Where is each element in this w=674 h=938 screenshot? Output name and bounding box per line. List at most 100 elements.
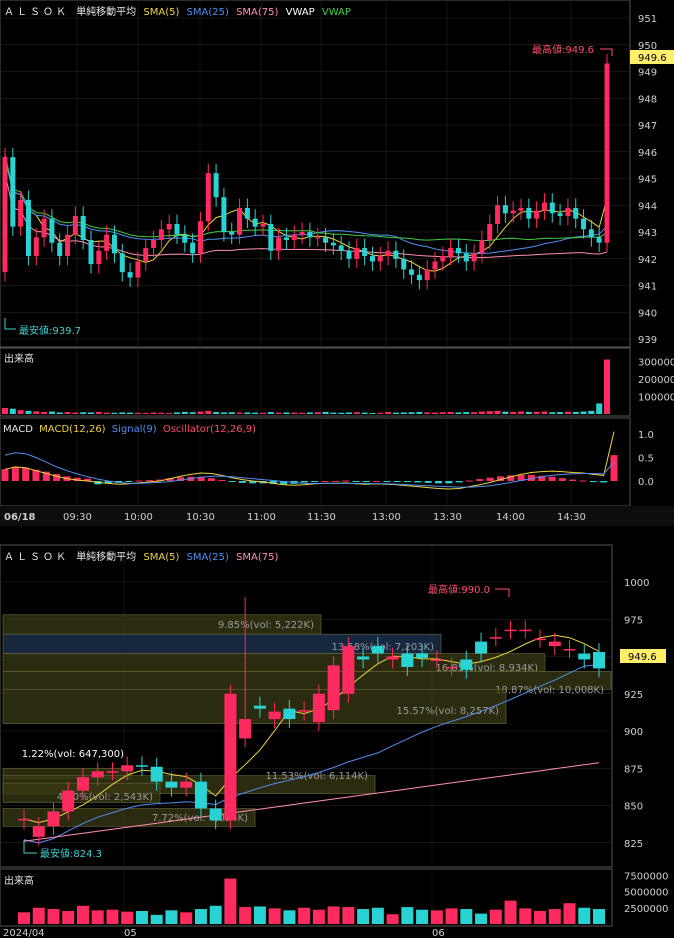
- intraday-candle[interactable]: [221, 197, 227, 232]
- intraday-volume-bar[interactable]: [95, 411, 102, 414]
- intraday-candle[interactable]: [205, 173, 211, 222]
- daily-volume-bar[interactable]: [283, 910, 296, 924]
- daily-candle[interactable]: [165, 781, 178, 788]
- intraday-candle[interactable]: [80, 215, 86, 241]
- daily-volume-bar[interactable]: [475, 913, 488, 924]
- intraday-volume-bar[interactable]: [557, 412, 564, 414]
- intraday-volume-bar[interactable]: [338, 412, 345, 414]
- daily-candle[interactable]: [534, 638, 547, 641]
- intraday-volume-bar[interactable]: [361, 412, 368, 414]
- daily-candle[interactable]: [504, 629, 517, 632]
- intraday-volume-bar[interactable]: [392, 412, 399, 414]
- intraday-volume-bar[interactable]: [377, 412, 384, 414]
- daily-candle[interactable]: [47, 811, 60, 827]
- intraday-volume-bar[interactable]: [564, 411, 571, 414]
- intraday-candle[interactable]: [330, 242, 336, 246]
- intraday-volume-bar[interactable]: [283, 412, 290, 414]
- daily-candle[interactable]: [327, 665, 340, 711]
- intraday-candle[interactable]: [119, 253, 125, 273]
- intraday-candle[interactable]: [377, 256, 383, 262]
- intraday-volume-bar[interactable]: [205, 410, 212, 414]
- intraday-volume-bar[interactable]: [408, 412, 415, 414]
- intraday-candle[interactable]: [237, 207, 243, 235]
- intraday-candle[interactable]: [252, 218, 258, 227]
- intraday-legend-sma25[interactable]: SMA(25): [187, 7, 229, 18]
- intraday-legend-sma75[interactable]: SMA(75): [236, 7, 278, 18]
- intraday-candle[interactable]: [151, 240, 157, 249]
- intraday-candle[interactable]: [299, 232, 305, 235]
- intraday-volume-bar[interactable]: [330, 412, 337, 414]
- intraday-volume-bar[interactable]: [455, 412, 462, 414]
- intraday-candle[interactable]: [65, 234, 71, 257]
- intraday-volume-bar[interactable]: [322, 411, 329, 414]
- intraday-volume-bar[interactable]: [158, 412, 165, 414]
- intraday-volume-bar[interactable]: [111, 412, 118, 414]
- intraday-volume-bar[interactable]: [252, 412, 259, 414]
- intraday-volume-bar[interactable]: [267, 412, 274, 414]
- daily-volume-bar[interactable]: [165, 910, 178, 924]
- intraday-volume-bar[interactable]: [549, 412, 556, 414]
- intraday-candle[interactable]: [588, 229, 594, 238]
- intraday-candle[interactable]: [25, 199, 31, 257]
- daily-candle[interactable]: [253, 705, 266, 709]
- intraday-candle[interactable]: [18, 199, 24, 227]
- daily-volume-bar[interactable]: [76, 905, 89, 924]
- daily-volume-bar[interactable]: [548, 909, 561, 924]
- intraday-volume-bar[interactable]: [369, 412, 376, 414]
- intraday-volume-bar[interactable]: [424, 412, 431, 414]
- intraday-volume-bar[interactable]: [236, 412, 243, 414]
- intraday-volume-bar[interactable]: [220, 412, 227, 414]
- intraday-candle[interactable]: [88, 240, 94, 265]
- macd-legend-macd[interactable]: MACD(12,26): [39, 424, 106, 435]
- intraday-candle[interactable]: [541, 202, 547, 211]
- daily-candle[interactable]: [475, 641, 488, 654]
- intraday-volume-bar[interactable]: [80, 412, 87, 414]
- intraday-volume-bar[interactable]: [33, 411, 40, 414]
- intraday-volume-bar[interactable]: [432, 412, 438, 414]
- intraday-candle[interactable]: [143, 248, 149, 262]
- daily-candle[interactable]: [194, 781, 207, 809]
- intraday-volume-bar[interactable]: [478, 411, 485, 414]
- intraday-volume-bar[interactable]: [41, 411, 48, 414]
- daily-volume-bar[interactable]: [563, 903, 576, 924]
- intraday-candle[interactable]: [158, 229, 164, 241]
- daily-candle[interactable]: [150, 766, 163, 782]
- intraday-candle[interactable]: [229, 232, 235, 235]
- intraday-volume-bar[interactable]: [197, 411, 204, 414]
- intraday-candle[interactable]: [127, 272, 133, 278]
- intraday-candle[interactable]: [49, 218, 55, 243]
- daily-volume-bar[interactable]: [91, 910, 104, 924]
- intraday-volume-bar[interactable]: [518, 411, 524, 414]
- daily-candle[interactable]: [180, 781, 193, 788]
- daily-candle[interactable]: [401, 653, 414, 667]
- intraday-candle[interactable]: [502, 205, 508, 214]
- intraday-volume-bar[interactable]: [56, 412, 63, 414]
- daily-candle[interactable]: [371, 646, 384, 654]
- intraday-volume-bar[interactable]: [353, 412, 360, 414]
- intraday-candle[interactable]: [260, 223, 266, 227]
- intraday-volume-bar[interactable]: [48, 411, 55, 414]
- daily-volume-bar[interactable]: [357, 909, 370, 924]
- intraday-volume-bar[interactable]: [72, 412, 79, 414]
- intraday-volume-bar[interactable]: [64, 412, 71, 414]
- intraday-volume-bar[interactable]: [88, 412, 94, 414]
- daily-volume-bar[interactable]: [445, 908, 458, 924]
- daily-volume-bar[interactable]: [268, 908, 281, 924]
- daily-candle[interactable]: [416, 653, 429, 658]
- intraday-volume-bar[interactable]: [166, 412, 173, 414]
- intraday-candle[interactable]: [479, 240, 485, 254]
- daily-candle[interactable]: [578, 653, 591, 660]
- intraday-volume-bar[interactable]: [299, 412, 306, 414]
- intraday-candle[interactable]: [448, 248, 454, 257]
- daily-volume-bar[interactable]: [180, 912, 193, 924]
- daily-volume-bar[interactable]: [18, 912, 30, 924]
- daily-candle[interactable]: [91, 771, 104, 778]
- daily-candle[interactable]: [121, 765, 134, 772]
- intraday-candle[interactable]: [487, 223, 493, 241]
- intraday-volume-bar[interactable]: [502, 411, 509, 414]
- intraday-candle[interactable]: [41, 218, 47, 238]
- intraday-volume-bar[interactable]: [275, 412, 282, 414]
- intraday-volume-bar[interactable]: [463, 412, 470, 414]
- daily-candle[interactable]: [430, 659, 443, 661]
- intraday-volume-bar[interactable]: [314, 412, 321, 414]
